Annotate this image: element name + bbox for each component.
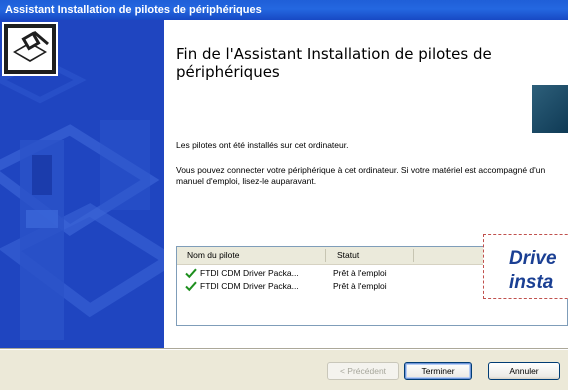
driver-name-cell: FTDI CDM Driver Packa...	[200, 268, 299, 278]
wizard-body: Fin de l'Assistant Installation de pilot…	[0, 20, 568, 348]
check-icon	[185, 281, 197, 292]
column-header-status[interactable]: Statut	[337, 247, 359, 264]
callout-line-1: Drive	[509, 248, 557, 269]
check-icon	[185, 268, 197, 279]
annotation-callout: Drive insta	[483, 234, 568, 299]
callout-line-2: insta	[509, 272, 554, 293]
button-area-separator	[0, 348, 568, 350]
column-header-driver-name[interactable]: Nom du pilote	[187, 247, 239, 264]
column-separator[interactable]	[325, 249, 326, 262]
finish-button[interactable]: Terminer	[404, 362, 472, 380]
installed-message: Les pilotes ont été installés sur cet or…	[176, 140, 349, 150]
back-button[interactable]: < Précédent	[327, 362, 399, 380]
wizard-side-panel	[0, 20, 164, 348]
background-window-fragment	[532, 85, 568, 133]
window-title: Assistant Installation de pilotes de pér…	[5, 4, 262, 16]
hardware-wizard-icon	[2, 22, 58, 76]
driver-status-cell: Prêt à l'emploi	[333, 281, 387, 291]
window-title-bar[interactable]: Assistant Installation de pilotes de pér…	[0, 0, 568, 20]
column-separator[interactable]	[413, 249, 414, 262]
driver-status-cell: Prêt à l'emploi	[333, 268, 387, 278]
cancel-button[interactable]: Annuler	[488, 362, 560, 380]
wizard-heading: Fin de l'Assistant Installation de pilot…	[176, 45, 492, 81]
driver-name-cell: FTDI CDM Driver Packa...	[200, 281, 299, 291]
connect-device-message: Vous pouvez connecter votre périphérique…	[176, 165, 546, 186]
